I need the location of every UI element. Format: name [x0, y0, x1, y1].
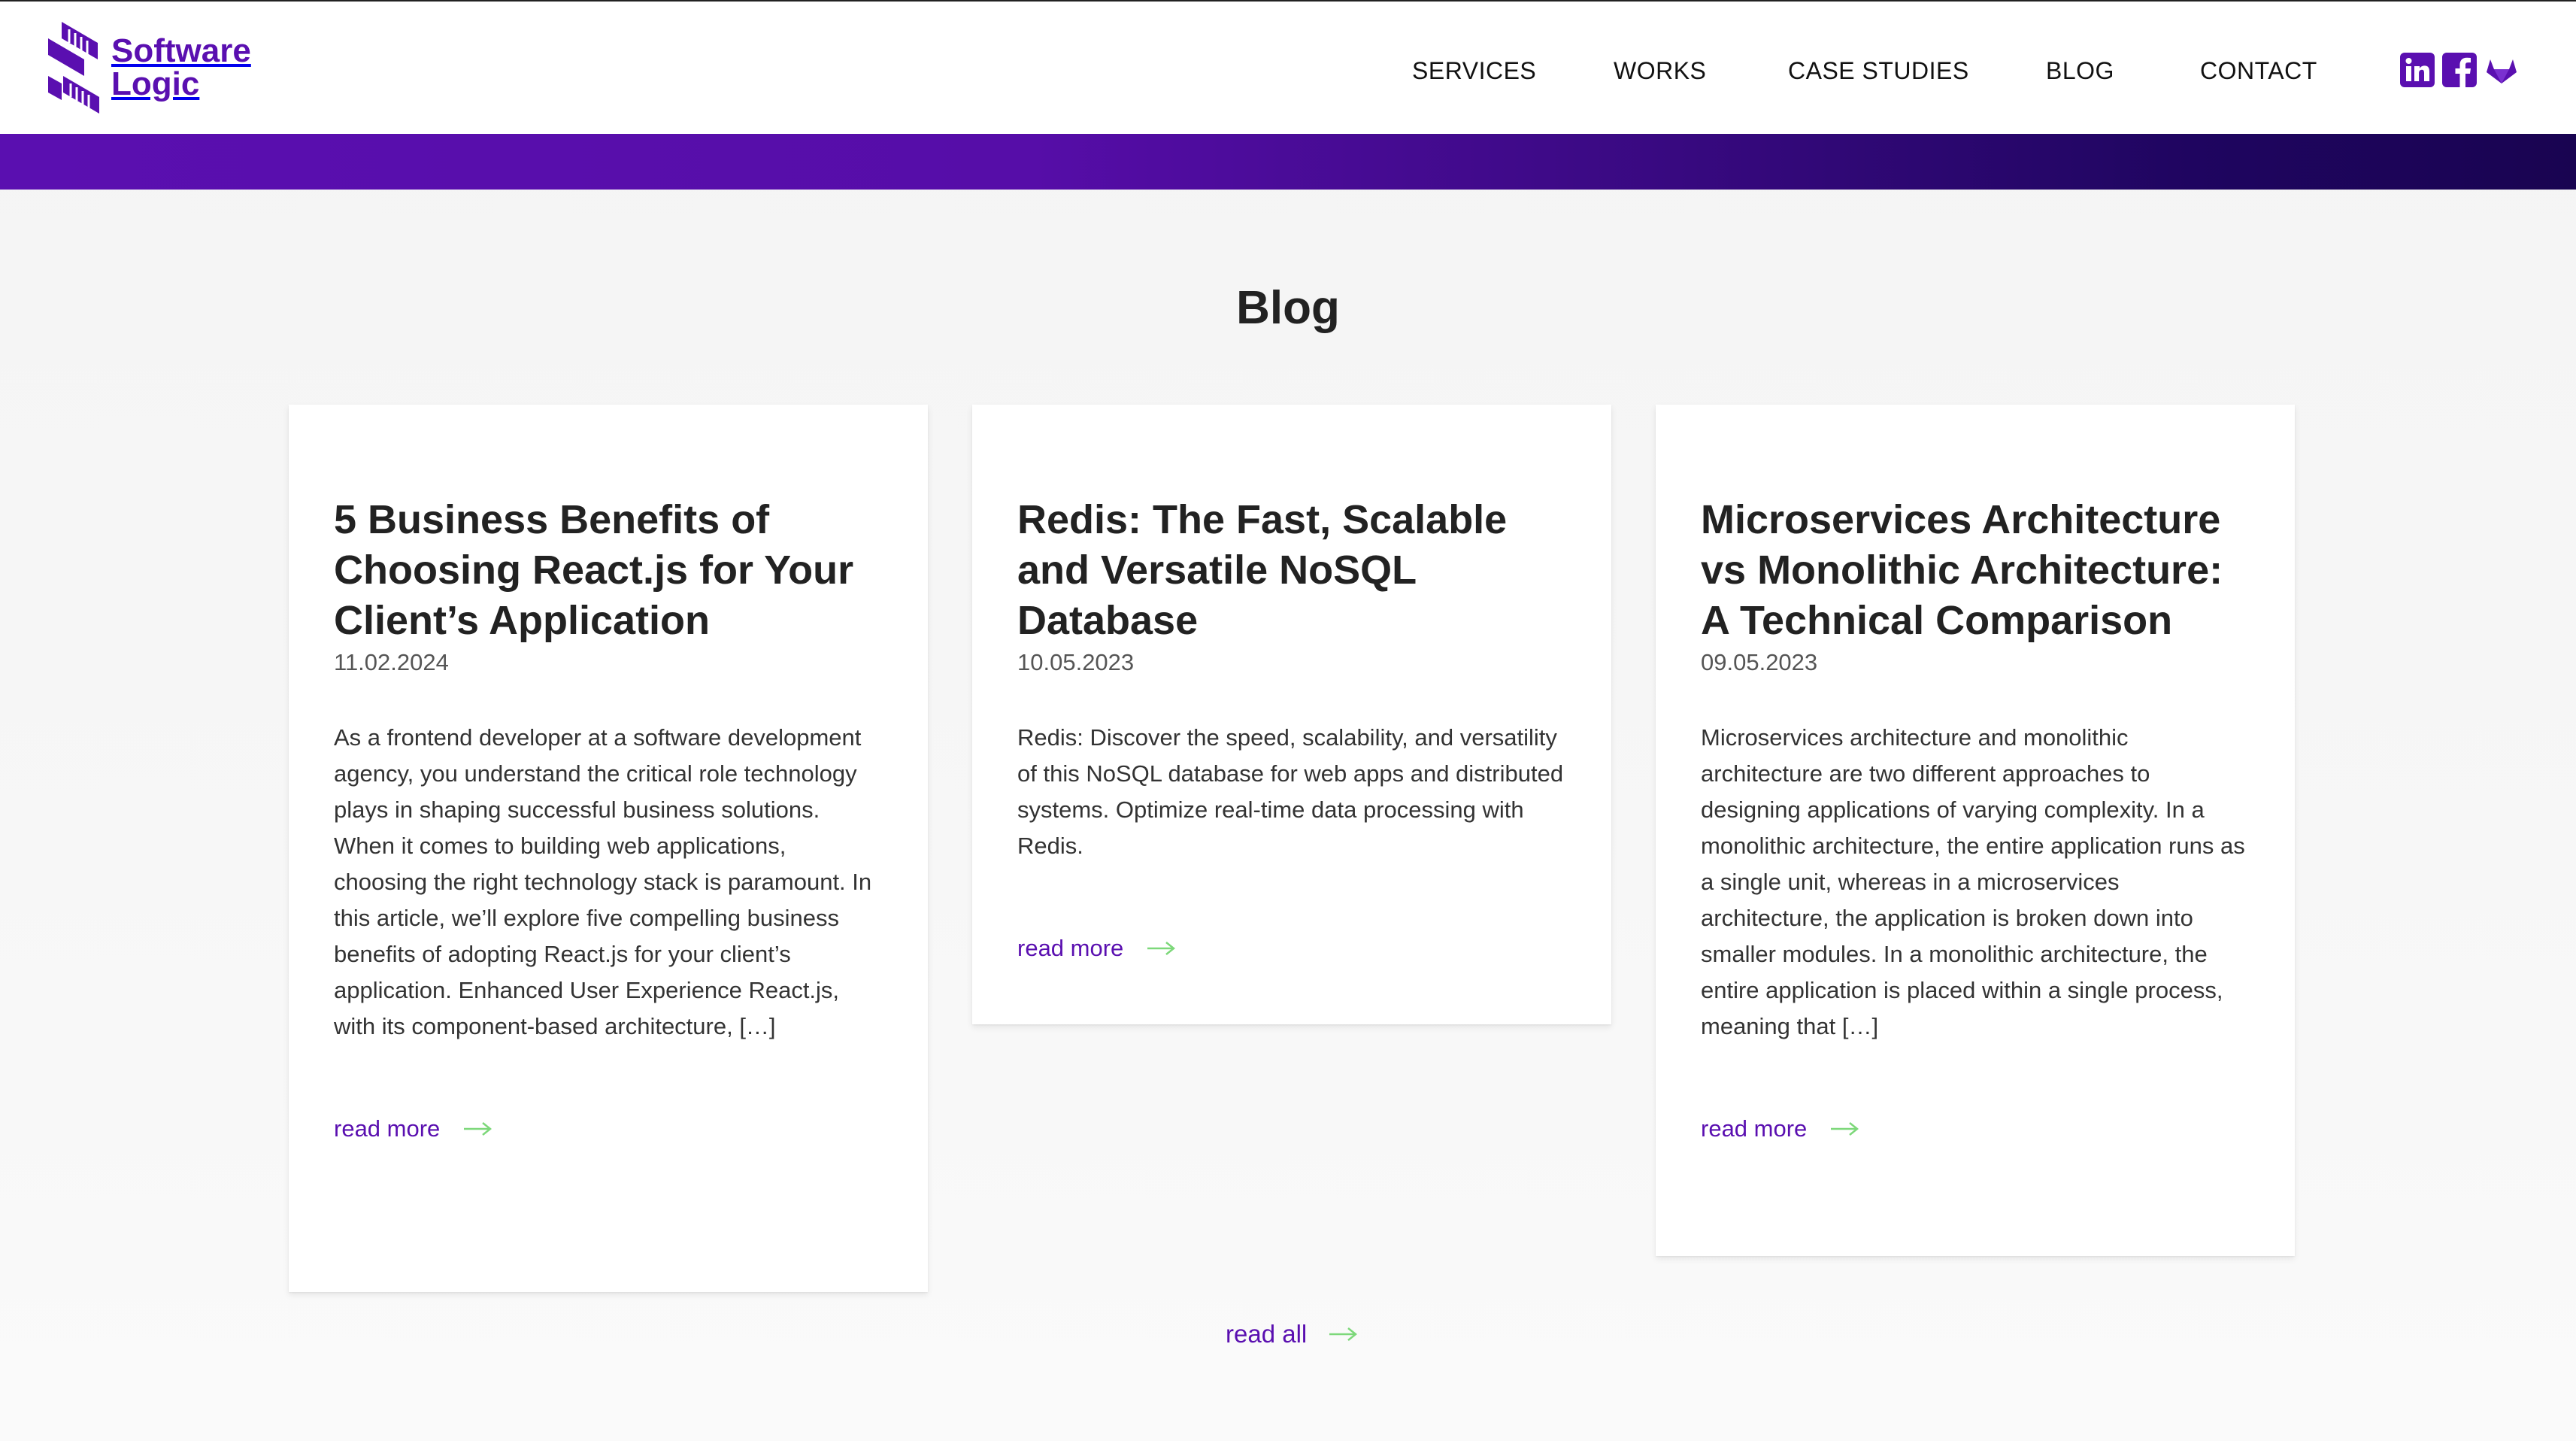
card-date: 10.05.2023: [1017, 649, 1135, 675]
brand-line1: Software: [111, 32, 251, 69]
card-title[interactable]: Redis: The Fast, Scalable and Versatile …: [1017, 495, 1566, 646]
brand-name: Software Logic: [111, 35, 251, 101]
card-title[interactable]: Microservices Architecture vs Monolithic…: [1701, 495, 2250, 646]
read-more-link[interactable]: read more: [1017, 932, 1566, 965]
nav-services[interactable]: SERVICES: [1412, 54, 1536, 87]
gitlab-icon[interactable]: [2484, 53, 2519, 87]
facebook-icon[interactable]: [2442, 53, 2477, 87]
blog-card: Microservices Architecture vs Monolithic…: [1656, 405, 2295, 1256]
nav-blog[interactable]: BLOG: [2046, 54, 2114, 87]
nav-contact[interactable]: CONTACT: [2200, 54, 2317, 87]
card-excerpt: As a frontend developer at a software de…: [334, 724, 872, 1039]
arrow-right-icon: [1147, 942, 1176, 955]
arrow-right-icon: [1831, 1122, 1859, 1136]
arrow-right-icon: [464, 1122, 492, 1136]
read-more-link[interactable]: read more: [1701, 1112, 2250, 1145]
card-date: 11.02.2024: [334, 649, 449, 675]
nav-case-studies[interactable]: CASE STUDIES: [1788, 54, 1969, 87]
blog-card: 5 Business Benefits of Choosing React.js…: [289, 405, 928, 1292]
card-date: 09.05.2023: [1701, 649, 1818, 675]
brand-logo[interactable]: Software Logic: [44, 20, 262, 116]
blog-card: Redis: The Fast, Scalable and Versatile …: [972, 405, 1611, 1024]
nav-works[interactable]: WORKS: [1614, 54, 1706, 87]
arrow-right-icon: [1329, 1327, 1358, 1341]
read-more-label: read more: [1017, 935, 1124, 961]
brand-line2: Logic: [111, 65, 200, 102]
hero-band: [0, 134, 2576, 190]
site-header: Software Logic SERVICES WORKS CASE STUDI…: [0, 0, 2576, 134]
read-more-link[interactable]: read more: [334, 1112, 883, 1145]
read-all-link[interactable]: read all: [1226, 1318, 1358, 1351]
page-title: Blog: [1236, 282, 1340, 334]
read-all-label: read all: [1226, 1320, 1308, 1348]
social-links: [2400, 53, 2519, 87]
page: Software Logic SERVICES WORKS CASE STUDI…: [0, 0, 2576, 1441]
linkedin-icon[interactable]: [2400, 53, 2435, 87]
card-excerpt: Microservices architecture and monolithi…: [1701, 724, 2245, 1039]
card-excerpt: Redis: Discover the speed, scalability, …: [1017, 724, 1564, 859]
read-more-label: read more: [1701, 1115, 1808, 1142]
read-more-label: read more: [334, 1115, 441, 1142]
card-title[interactable]: 5 Business Benefits of Choosing React.js…: [334, 495, 883, 646]
logo-mark-icon: [48, 22, 99, 114]
